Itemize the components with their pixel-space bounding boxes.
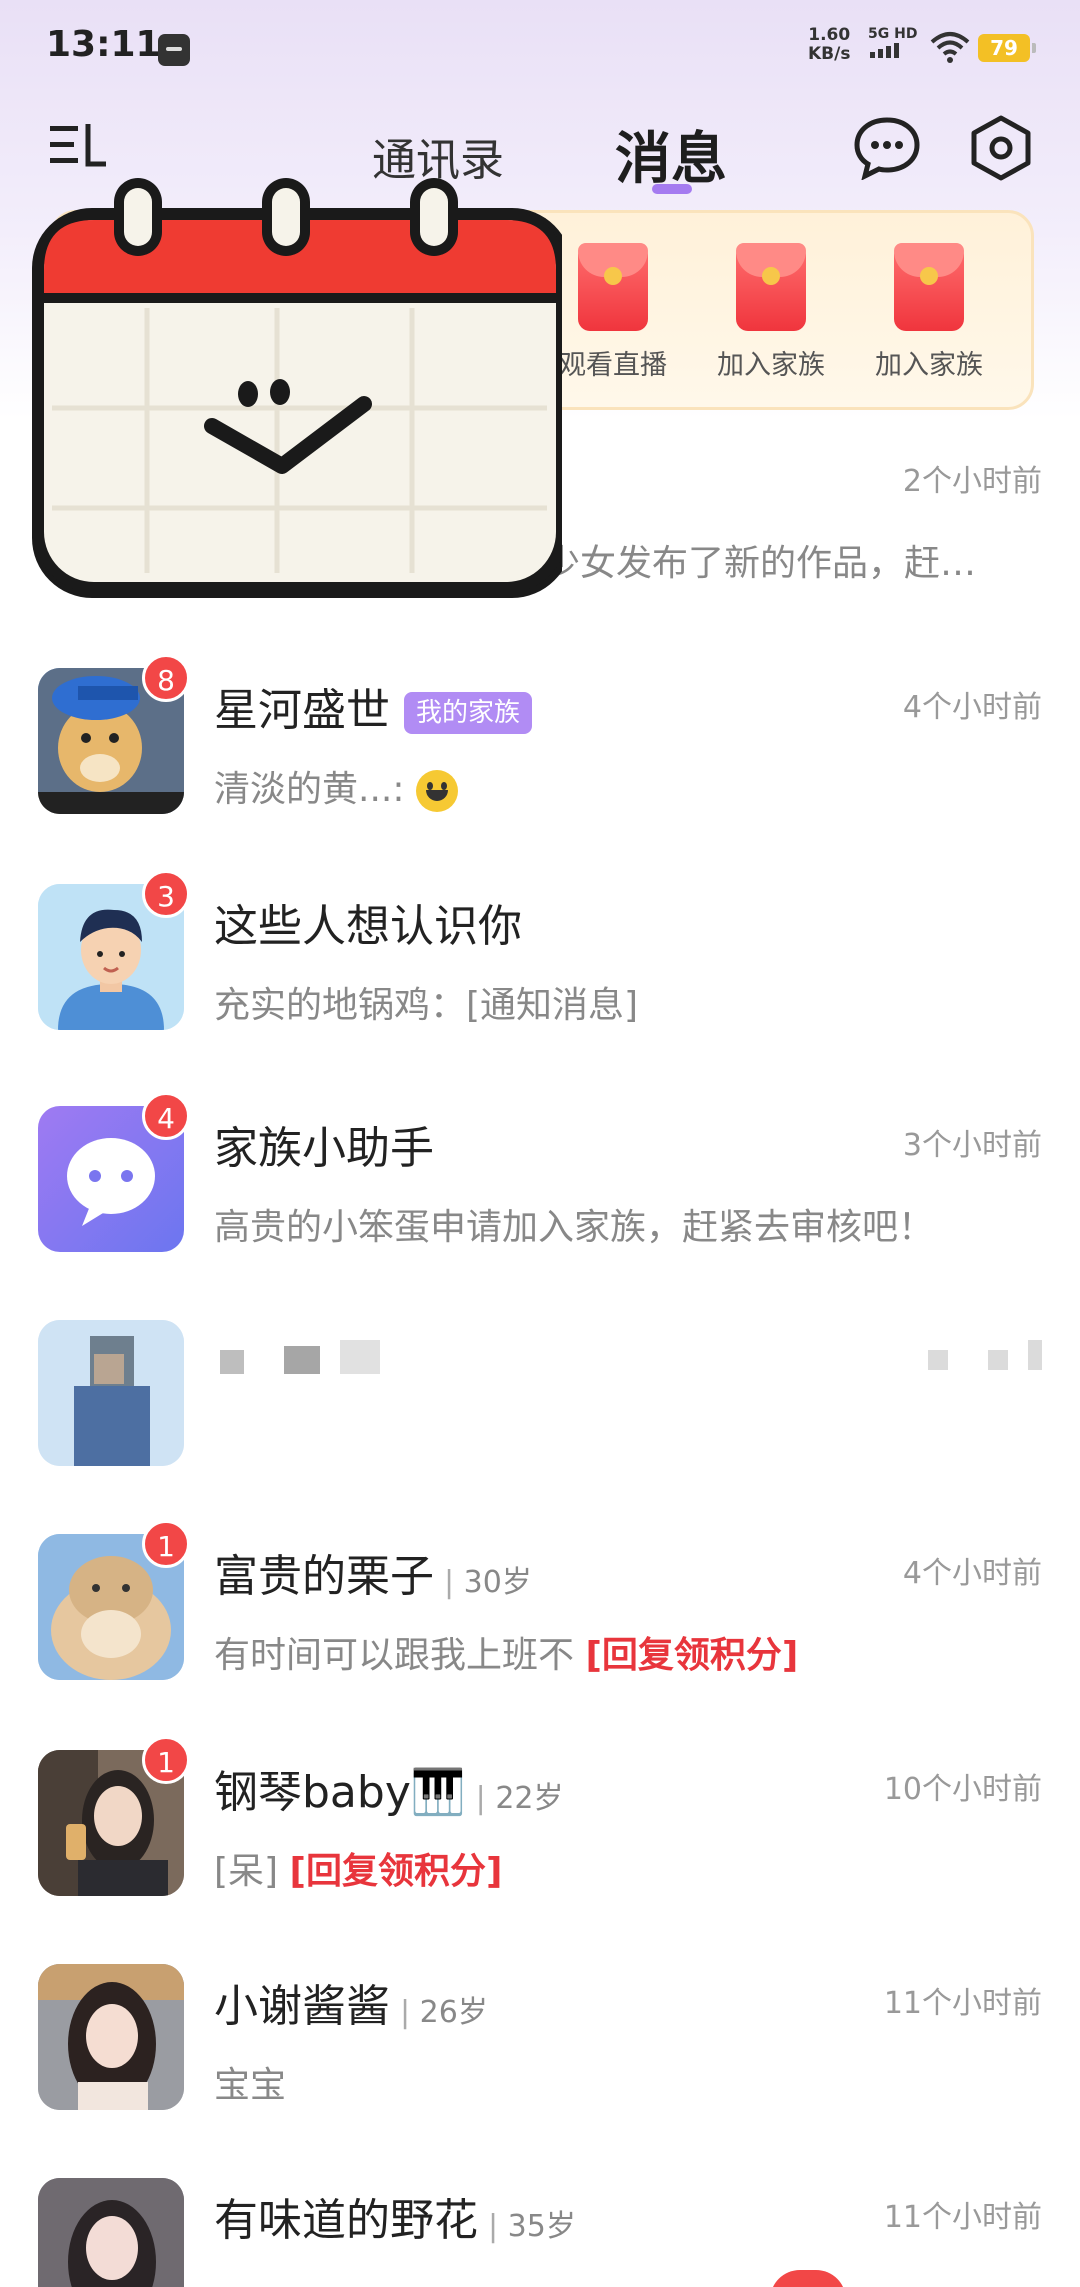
woman-avatar-2 <box>38 1964 184 2110</box>
mosaic-block <box>988 1350 1008 1370</box>
list-item[interactable]: 3 这些人想认识你 充实的地锅鸡：[通知消息] <box>0 870 1080 1084</box>
message-title: 星河盛世 我的家族 <box>214 674 533 738</box>
settings-hex-icon[interactable] <box>968 114 1034 182</box>
preview-text: 清淡的黄...: <box>214 769 416 810</box>
message-time: 11个小时前 <box>883 2200 1042 2235</box>
network-label: 5G HD <box>868 26 918 42</box>
list-item[interactable]: 1 富贵的栗子 30岁 4个小时前 有时间可以跟我上班不 [回复领积分] <box>0 1520 1080 1734</box>
message-time: 2个小时前 <box>902 464 1042 499</box>
unread-badge: 1 <box>142 1736 190 1784</box>
tab-messages[interactable]: 消息 <box>615 114 727 195</box>
message-time: 10个小时前 <box>883 1772 1042 1807</box>
signal-icon <box>870 43 899 58</box>
reply-reward-link[interactable]: [回复领积分] <box>585 1635 798 1676</box>
contact-age: 35岁 <box>488 2209 576 2244</box>
banner-item-label: 加入家族 <box>717 350 825 381</box>
network-speed: 1.60 KB/s <box>808 26 850 64</box>
speed-value: 1.60 <box>808 25 851 45</box>
preview-text: 有时间可以跟我上班不 <box>214 1635 586 1676</box>
message-preview: 宝宝 <box>214 2065 287 2106</box>
unread-badge: 3 <box>142 870 190 918</box>
contact-age: 30岁 <box>444 1565 532 1600</box>
family-tag: 我的家族 <box>404 692 533 734</box>
contact-name: 有味道的野花 <box>214 2195 478 2246</box>
message-title: 富贵的栗子 30岁 <box>214 1540 532 1604</box>
red-envelope-icon <box>894 243 964 331</box>
banner-item-join-family[interactable]: 加入家族 <box>711 243 831 382</box>
blurred-person-image <box>38 1320 184 1466</box>
contact-name: 钢琴baby🎹 <box>214 1767 466 1818</box>
message-preview: 有时间可以跟我上班不 [回复领积分] <box>214 1626 798 1678</box>
message-title: 小谢酱酱 26岁 <box>214 1970 488 2034</box>
message-time: 3个小时前 <box>902 1128 1042 1163</box>
message-preview: 高贵的小笨蛋申请加入家族，赶紧去审核吧！ <box>214 1207 935 1248</box>
message-time: 4个小时前 <box>902 1556 1042 1591</box>
mosaic-block <box>284 1346 320 1374</box>
list-item[interactable]: 小谢酱酱 26岁 11个小时前 宝宝 <box>0 1964 1080 2164</box>
unread-badge: 8 <box>142 654 190 702</box>
mosaic-block <box>928 1350 948 1370</box>
banner-item-label: 观看直播 <box>559 350 667 381</box>
battery-icon: 79 <box>978 34 1036 62</box>
list-item[interactable]: 8 星河盛世 我的家族 4个小时前 清淡的黄...: <box>0 654 1080 868</box>
message-time: 4个小时前 <box>902 690 1042 725</box>
contact-name: 小谢酱酱 <box>214 1981 390 2032</box>
chat-bubble-icon[interactable] <box>852 114 922 180</box>
menu-icon[interactable] <box>48 120 110 170</box>
mosaic-block <box>220 1350 244 1374</box>
calendar-sticker-icon[interactable] <box>22 168 562 608</box>
woman-avatar-3 <box>38 2178 184 2287</box>
red-envelope-icon <box>578 243 648 331</box>
status-time: 13:11 <box>46 24 161 65</box>
banner-item-label: 加入家族 <box>875 350 983 381</box>
active-tab-indicator <box>652 184 692 194</box>
list-item[interactable]: 1 钢琴baby🎹 22岁 10个小时前 [呆] [回复领积分] <box>0 1736 1080 1950</box>
message-time: 11个小时前 <box>883 1986 1042 2021</box>
contact-name: 富贵的栗子 <box>214 1551 434 1602</box>
list-item[interactable]: 有味道的野花 35岁 11个小时前 <box>0 2178 1080 2287</box>
mosaic-block <box>340 1340 380 1374</box>
unread-badge: 1 <box>142 1520 190 1568</box>
woman-photo-3 <box>38 2178 184 2287</box>
contact-age: 26岁 <box>400 1995 488 2030</box>
status-bar: 13:11 1.60 KB/s 5G HD 79 <box>0 0 1080 96</box>
red-envelope-icon <box>736 243 806 331</box>
speed-unit: KB/s <box>808 44 851 64</box>
wifi-icon <box>930 32 970 63</box>
preview-text: [呆] <box>214 1851 290 1892</box>
message-title: 有味道的野花 35岁 <box>214 2184 576 2248</box>
mosaic-block <box>1028 1340 1042 1370</box>
message-preview: [呆] [回复领积分] <box>214 1842 502 1894</box>
reply-reward-link[interactable]: [回复领积分] <box>290 1851 503 1892</box>
message-preview: 少女发布了新的作品，赶… <box>544 543 977 584</box>
unread-badge: 4 <box>142 1092 190 1140</box>
list-item[interactable] <box>0 1320 1080 1520</box>
smile-emoji-icon <box>415 770 458 812</box>
message-title: 钢琴baby🎹 22岁 <box>214 1756 564 1820</box>
message-title: 家族小助手 <box>214 1123 434 1174</box>
banner-item-join-family[interactable]: 加入家族 <box>869 243 989 382</box>
banner-item-watch-live[interactable]: 观看直播 <box>553 243 673 382</box>
message-preview: 充实的地锅鸡：[通知消息] <box>214 985 639 1026</box>
message-preview: 清淡的黄...: <box>214 760 458 812</box>
message-title: 这些人想认识你 <box>214 901 522 952</box>
woman-photo-2 <box>38 1964 184 2110</box>
list-item[interactable]: 4 家族小助手 3个小时前 高贵的小笨蛋申请加入家族，赶紧去审核吧！ <box>0 1092 1080 1306</box>
notification-icon <box>158 34 190 66</box>
network-type: 5G HD <box>868 26 917 62</box>
contact-name: 星河盛世 <box>214 685 390 736</box>
contact-age: 22岁 <box>476 1781 564 1816</box>
blurred-avatar <box>38 1320 184 1466</box>
